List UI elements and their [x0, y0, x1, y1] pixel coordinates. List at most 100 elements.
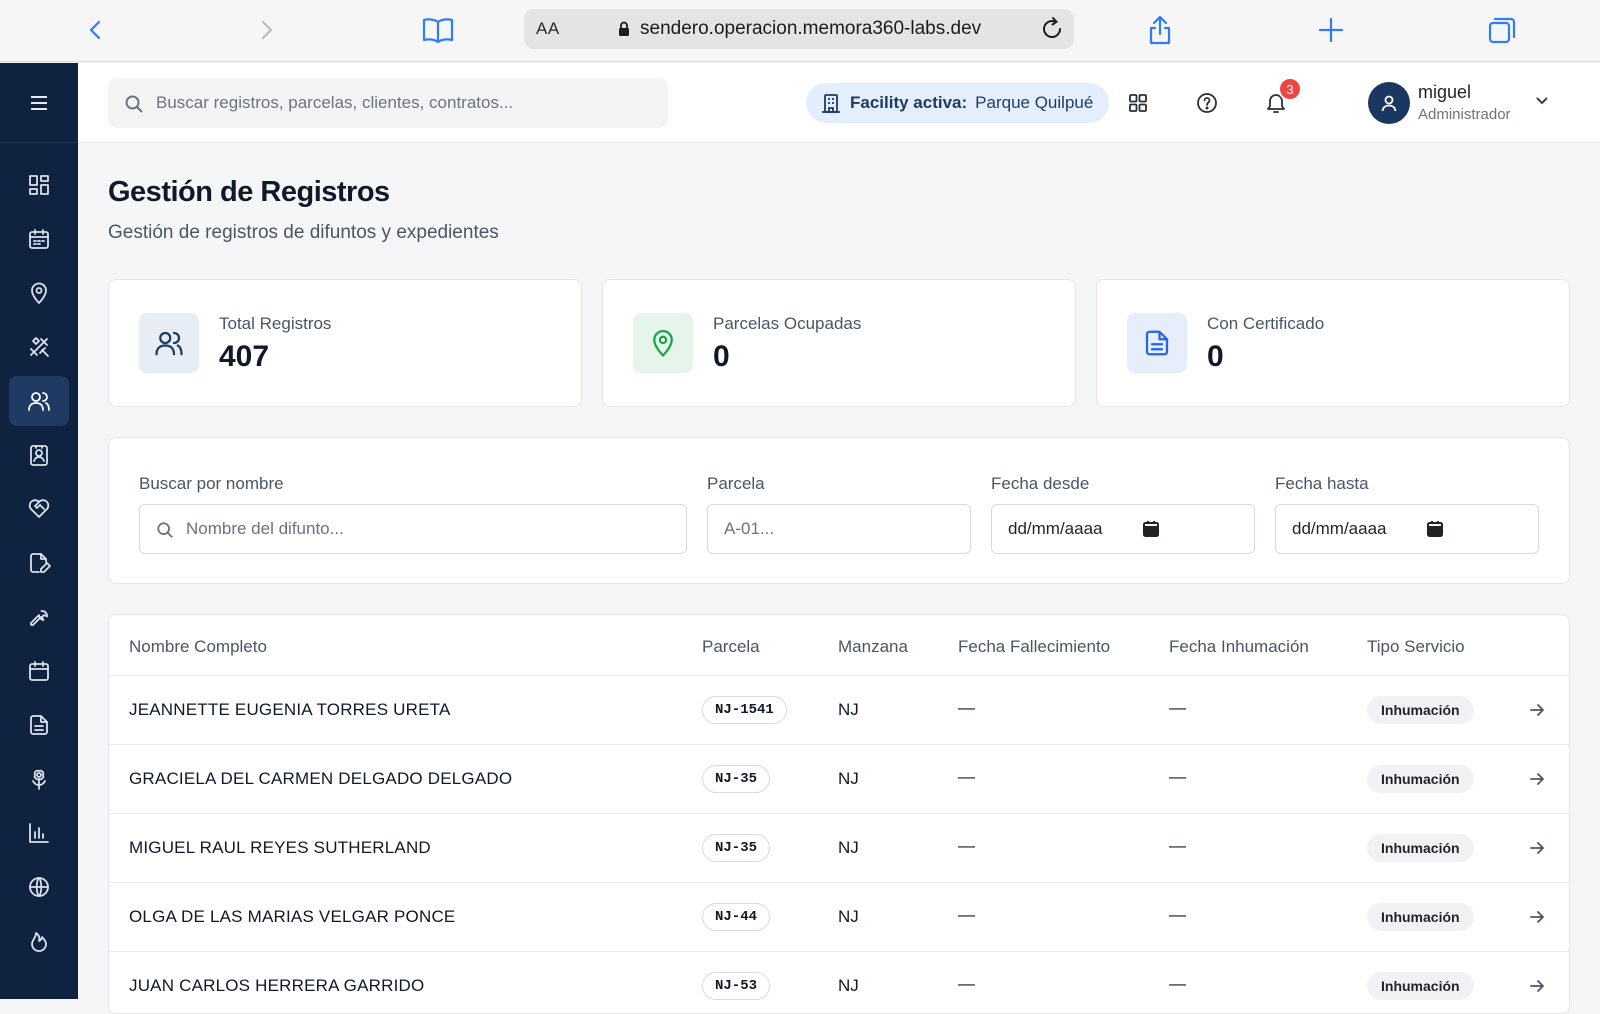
parcela-pill: NJ-35 [702, 765, 771, 793]
table-row[interactable]: MIGUEL RAUL REYES SUTHERLAND NJ-35 NJ — … [109, 814, 1569, 883]
stat-value: 407 [219, 340, 270, 373]
calendar-icon[interactable] [9, 214, 69, 264]
menu-icon[interactable] [0, 63, 78, 143]
tools-icon[interactable] [9, 322, 69, 372]
wrench-icon[interactable] [9, 592, 69, 642]
column-header: Tipo Servicio [1367, 637, 1465, 656]
user-icon [1381, 95, 1397, 112]
cell-fecha-fallecimiento: — [958, 905, 975, 924]
cell-manzana: NJ [838, 976, 859, 995]
page-subtitle: Gestión de registros de difuntos y exped… [108, 222, 499, 243]
calendar-icon[interactable] [1426, 520, 1444, 543]
search-icon [125, 95, 143, 113]
app-header: Facility activa: Parque Quilpué 3 miguel… [78, 63, 1600, 143]
sidebar [0, 63, 78, 999]
contact-card-icon[interactable] [9, 430, 69, 480]
map-pin-icon[interactable] [9, 268, 69, 318]
cell-fecha-inhumacion: — [1169, 767, 1186, 786]
tabs-overview-icon[interactable] [1484, 12, 1520, 48]
stat-card-total-registros: Total Registros 407 [108, 279, 582, 407]
heart-handshake-icon[interactable] [9, 484, 69, 534]
cell-fecha-inhumacion: — [1169, 905, 1186, 924]
table-row[interactable]: JUAN CARLOS HERRERA GARRIDO NJ-53 NJ — —… [109, 952, 1569, 1013]
globe-icon[interactable] [9, 862, 69, 912]
cell-manzana: NJ [838, 838, 859, 857]
date-from-value: dd/mm/aaaa [1008, 519, 1103, 538]
column-header: Manzana [838, 637, 908, 656]
chevron-down-icon[interactable] [1534, 92, 1550, 113]
document-icon[interactable] [9, 700, 69, 750]
stat-value: 0 [713, 340, 730, 373]
cell-fecha-inhumacion: — [1169, 836, 1186, 855]
user-menu[interactable]: miguel Administrador [1368, 78, 1568, 128]
reload-icon[interactable] [1038, 15, 1066, 48]
date-to-label: Fecha hasta [1275, 474, 1369, 493]
forward-icon[interactable] [248, 12, 284, 48]
stat-card-parcelas-ocupadas: Parcelas Ocupadas 0 [602, 279, 1076, 407]
date-from-input[interactable]: dd/mm/aaaa [991, 504, 1255, 554]
users-icon[interactable] [9, 376, 69, 426]
parcela-pill: NJ-53 [702, 972, 771, 1000]
reader-options-button[interactable]: AA [536, 19, 560, 39]
cell-fecha-fallecimiento: — [958, 974, 975, 993]
parcela-filter-input[interactable] [724, 505, 960, 553]
parcela-filter-label: Parcela [707, 474, 765, 493]
help-icon[interactable] [1189, 85, 1225, 121]
global-search[interactable] [108, 78, 668, 128]
address-bar[interactable]: AA sendero.operacion.memora360-labs.dev [524, 9, 1074, 49]
back-icon[interactable] [78, 12, 114, 48]
parcela-pill: NJ-35 [702, 834, 771, 862]
date-to-value: dd/mm/aaaa [1292, 519, 1387, 538]
table-row[interactable]: OLGA DE LAS MARIAS VELGAR PONCE NJ-44 NJ… [109, 883, 1569, 952]
service-type-badge: Inhumación [1367, 696, 1474, 724]
cell-fecha-fallecimiento: — [958, 836, 975, 855]
column-header: Fecha Inhumación [1169, 637, 1309, 656]
table-row[interactable]: GRACIELA DEL CARMEN DELGADO DELGADO NJ-3… [109, 745, 1569, 814]
name-filter-input[interactable] [186, 505, 676, 553]
table-row[interactable]: JEANNETTE EUGENIA TORRES URETA NJ-1541 N… [109, 676, 1569, 745]
service-type-badge: Inhumación [1367, 765, 1474, 793]
global-search-input[interactable] [156, 78, 656, 128]
notifications-button[interactable]: 3 [1258, 77, 1302, 121]
name-filter-field[interactable] [139, 504, 687, 554]
flower-icon[interactable] [9, 754, 69, 804]
calendar-icon[interactable] [9, 646, 69, 696]
document-icon [1127, 313, 1187, 373]
cell-fecha-fallecimiento: — [958, 698, 975, 717]
arrow-right-icon[interactable] [1527, 976, 1547, 1001]
parcela-pill: NJ-1541 [702, 696, 787, 724]
search-icon [157, 522, 173, 538]
share-icon[interactable] [1142, 12, 1178, 48]
calendar-icon[interactable] [1142, 520, 1160, 543]
apps-grid-icon[interactable] [1120, 85, 1156, 121]
dashboard-icon[interactable] [9, 160, 69, 210]
flame-icon[interactable] [9, 916, 69, 966]
bar-chart-icon[interactable] [9, 808, 69, 858]
bookmarks-icon[interactable] [420, 12, 456, 48]
column-header: Fecha Fallecimiento [958, 637, 1111, 656]
facility-selector[interactable]: Facility activa: Parque Quilpué [806, 83, 1110, 123]
notifications-badge: 3 [1278, 77, 1302, 101]
name-filter-label: Buscar por nombre [139, 474, 284, 493]
column-header: Parcela [702, 637, 760, 656]
cell-fecha-fallecimiento: — [958, 767, 975, 786]
cell-fecha-inhumacion: — [1169, 698, 1186, 717]
facility-label: Facility activa: [850, 93, 968, 112]
arrow-right-icon[interactable] [1527, 700, 1547, 725]
stat-label: Parcelas Ocupadas [713, 314, 862, 333]
date-to-input[interactable]: dd/mm/aaaa [1275, 504, 1539, 554]
cell-name: OLGA DE LAS MARIAS VELGAR PONCE [129, 907, 456, 926]
browser-toolbar: AA sendero.operacion.memora360-labs.dev [0, 0, 1600, 62]
arrow-right-icon[interactable] [1527, 838, 1547, 863]
building-icon [822, 94, 840, 113]
facility-value: Parque Quilpué [975, 93, 1094, 112]
stat-label: Con Certificado [1207, 314, 1325, 333]
stat-card-con-certificado: Con Certificado 0 [1096, 279, 1570, 407]
cell-name: JUAN CARLOS HERRERA GARRIDO [129, 976, 425, 995]
service-type-badge: Inhumación [1367, 972, 1474, 1000]
arrow-right-icon[interactable] [1527, 907, 1547, 932]
new-tab-icon[interactable] [1313, 12, 1349, 48]
parcela-filter-field[interactable] [707, 504, 971, 554]
arrow-right-icon[interactable] [1527, 769, 1547, 794]
edit-document-icon[interactable] [9, 538, 69, 588]
